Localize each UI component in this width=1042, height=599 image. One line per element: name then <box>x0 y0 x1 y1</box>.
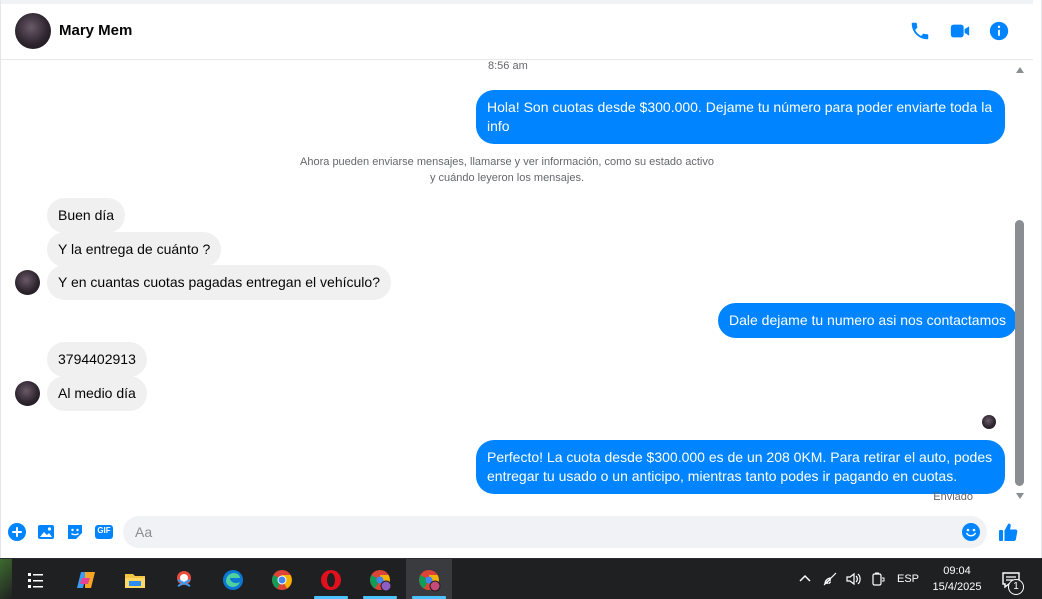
wifi-icon[interactable] <box>822 571 838 587</box>
message-list: 8:56 am Hola! Son cuotas desde $300.000.… <box>1 60 1018 508</box>
battery-icon[interactable] <box>870 571 886 587</box>
notification-badge: 1 <box>1008 579 1024 595</box>
message-bubble-outgoing[interactable]: Dale dejame tu numero asi nos contactamo… <box>718 303 1018 338</box>
chat-header: Mary Mem <box>1 4 1033 60</box>
snipping-tool-icon[interactable] <box>161 559 207 599</box>
contact-name[interactable]: Mary Mem <box>59 22 132 39</box>
task-view-icon[interactable] <box>12 559 58 599</box>
clock-date: 15/4/2025 <box>932 581 982 593</box>
edge-icon[interactable] <box>210 559 256 599</box>
info-note-line2: y cuándo leyeron los mensajes. <box>429 172 585 184</box>
chevron-up-icon[interactable] <box>797 571 813 587</box>
chrome-profile-2-icon[interactable] <box>406 559 452 599</box>
sticker-icon[interactable] <box>65 522 85 542</box>
screen: Mary Mem 8:56 am Hola! Son cuotas desde … <box>0 0 1042 599</box>
clock-time: 09:04 <box>943 565 971 577</box>
info-note-line1: Ahora pueden enviarse mensajes, llamarse… <box>300 156 714 168</box>
image-icon[interactable] <box>36 522 56 542</box>
contact-avatar[interactable] <box>15 13 51 49</box>
gif-label: GIF <box>97 526 111 535</box>
message-bubble-incoming[interactable]: Y en cuantas cuotas pagadas entregan el … <box>47 265 391 300</box>
scroll-up-arrow-icon[interactable] <box>1015 66 1025 74</box>
desktop-edge <box>0 559 12 599</box>
message-bubble-outgoing[interactable]: Perfecto! La cuota desde $300.000 es de … <box>476 440 1005 494</box>
copilot-icon[interactable] <box>63 559 109 599</box>
gif-icon[interactable]: GIF <box>94 522 114 542</box>
file-explorer-icon[interactable] <box>112 559 158 599</box>
message-bubble-incoming[interactable]: 3794402913 <box>47 342 147 377</box>
system-clock[interactable]: 09:04 15/4/2025 <box>924 563 990 595</box>
message-status: Enviado <box>933 491 973 503</box>
volume-icon[interactable] <box>845 571 861 587</box>
seen-indicator-avatar <box>982 415 996 429</box>
composer: GIF <box>1 512 1033 552</box>
chat-window: Mary Mem 8:56 am Hola! Son cuotas desde … <box>0 0 1042 558</box>
video-icon[interactable] <box>949 20 971 42</box>
message-scrollbar[interactable] <box>1013 62 1027 502</box>
message-input[interactable] <box>123 516 987 548</box>
scroll-thumb[interactable] <box>1015 220 1024 486</box>
info-icon[interactable] <box>988 20 1010 42</box>
input-language[interactable]: ESP <box>897 573 919 585</box>
contact-avatar-small <box>15 381 40 406</box>
phone-icon[interactable] <box>909 20 931 42</box>
chrome-profile-icon[interactable] <box>357 559 403 599</box>
chrome-icon[interactable] <box>259 559 305 599</box>
contact-avatar-small <box>15 270 40 295</box>
like-icon[interactable] <box>997 521 1019 543</box>
emoji-icon[interactable] <box>961 522 981 542</box>
message-bubble-incoming[interactable]: Y la entrega de cuánto ? <box>47 232 222 267</box>
message-timestamp: 8:56 am <box>488 60 528 72</box>
scroll-down-arrow-icon[interactable] <box>1015 492 1025 500</box>
message-bubble-outgoing[interactable]: Hola! Son cuotas desde $300.000. Dejame … <box>476 90 1005 144</box>
opera-icon[interactable] <box>308 559 354 599</box>
message-bubble-incoming[interactable]: Buen día <box>47 198 126 233</box>
plus-icon[interactable] <box>7 522 27 542</box>
message-bubble-incoming[interactable]: Al medio día <box>47 376 147 411</box>
info-note: Ahora pueden enviarse mensajes, llamarse… <box>257 154 757 186</box>
windows-taskbar: ESP 09:04 15/4/2025 1 <box>0 558 1042 599</box>
